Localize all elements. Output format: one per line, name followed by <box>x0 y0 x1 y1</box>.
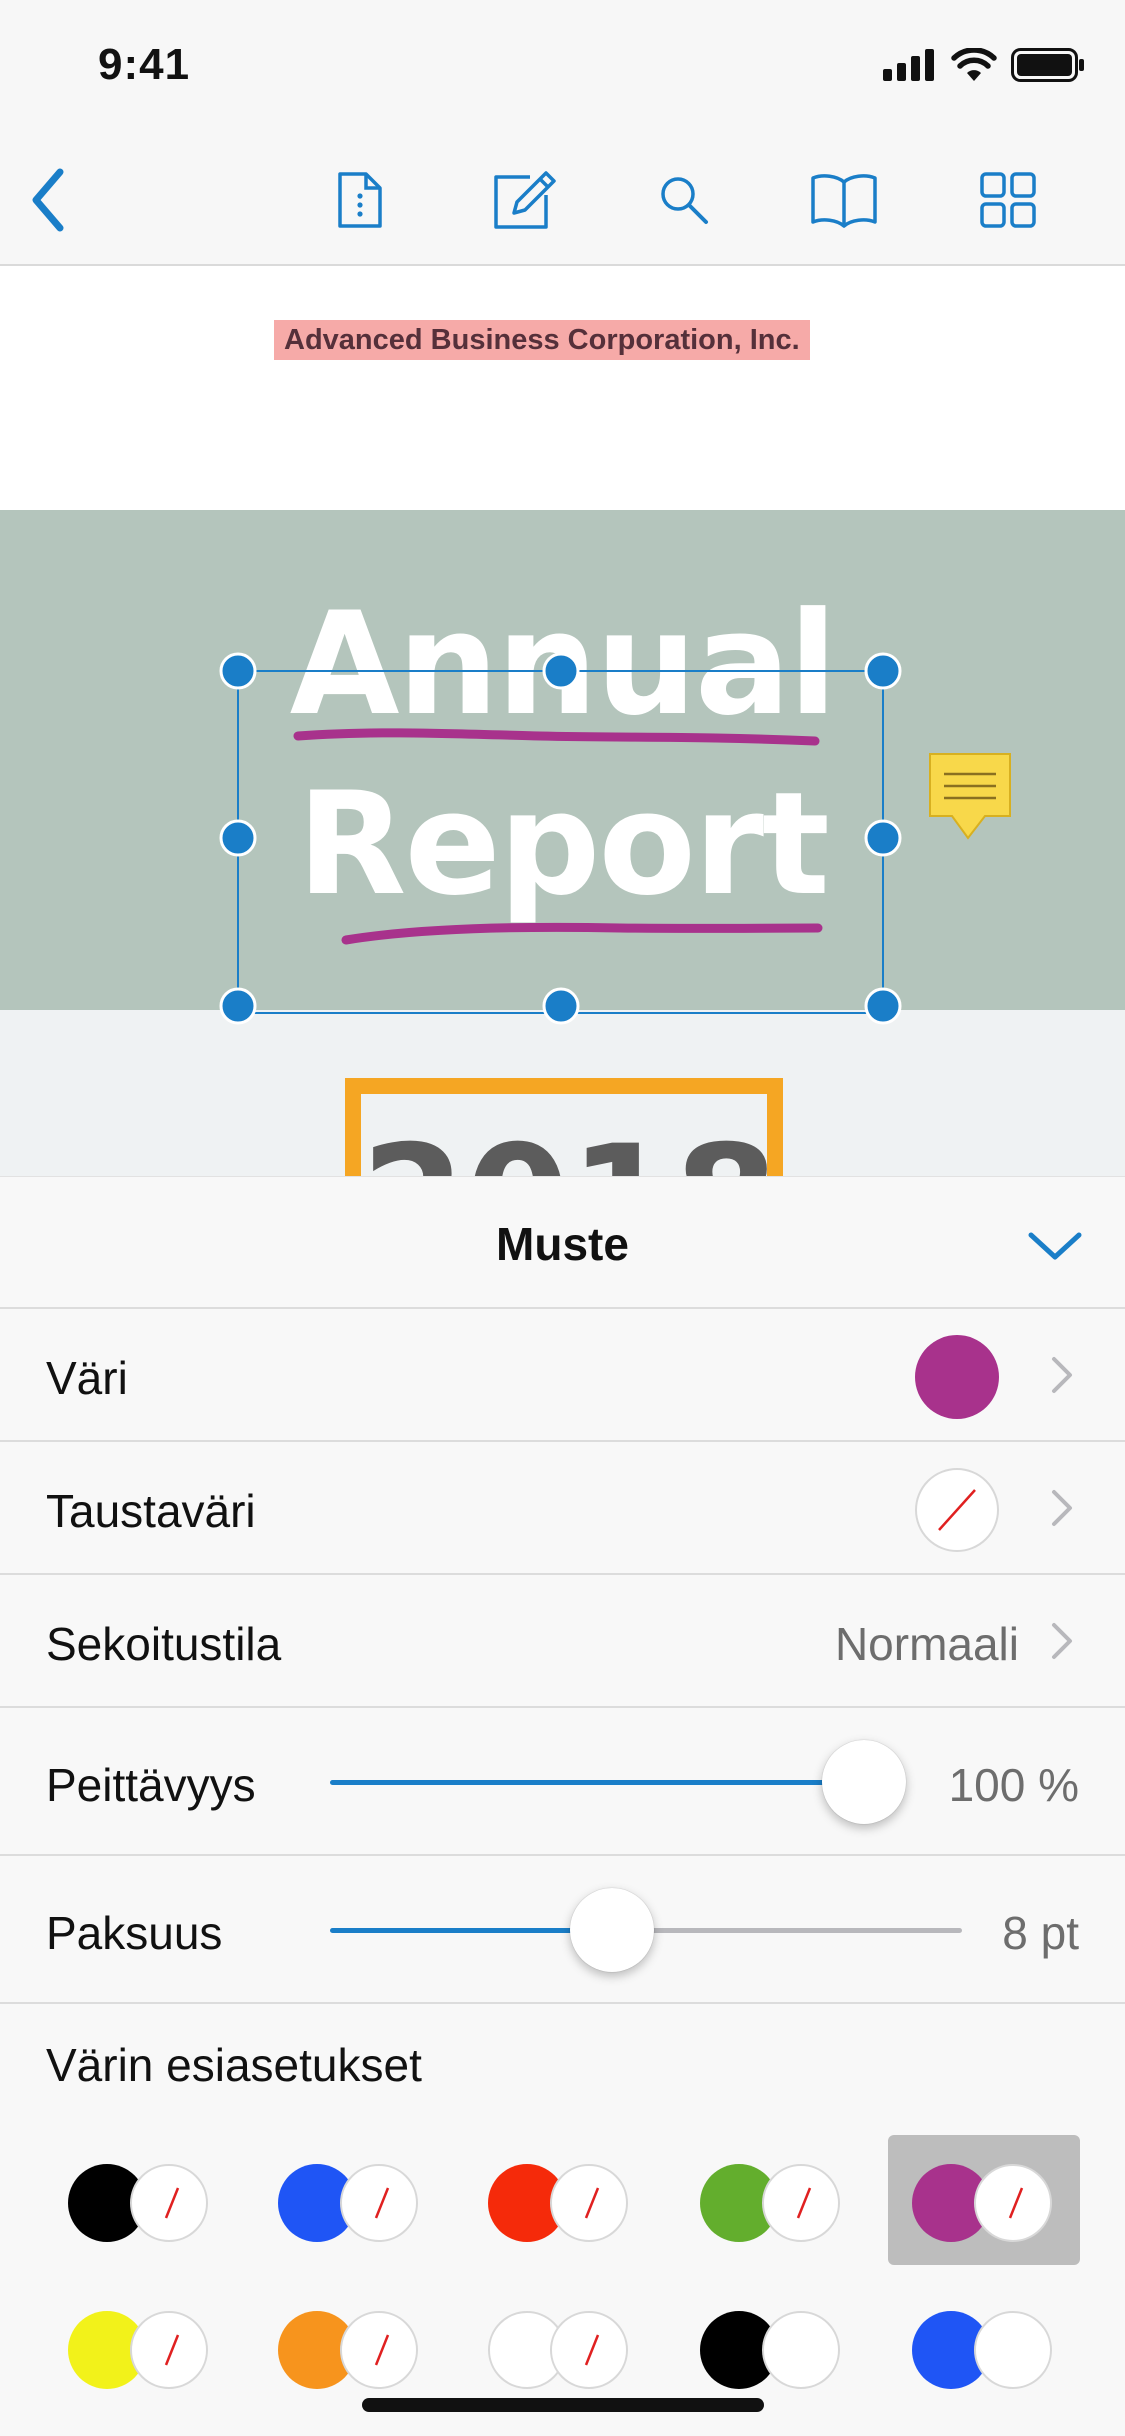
wifi-icon <box>951 48 997 81</box>
color-preset-red[interactable] <box>488 2158 628 2246</box>
color-preset-blue-on-white[interactable] <box>912 2305 1052 2393</box>
color-preset-blue[interactable] <box>278 2158 418 2246</box>
resize-handle-tl <box>219 652 257 690</box>
color-presets-label: Värin esiasetukset <box>46 2039 422 2091</box>
blend-mode-label: Sekoitustila <box>46 1618 282 1670</box>
resize-handle-tc <box>542 652 580 690</box>
no-color-swatch <box>915 1468 999 1552</box>
opacity-label: Peittävyys <box>46 1759 256 1811</box>
background-color-label: Taustaväri <box>46 1485 256 1537</box>
thumbnails-button[interactable] <box>968 160 1048 240</box>
ink-underline-annual <box>293 728 820 746</box>
thickness-value: 8 pt <box>1002 1907 1079 1959</box>
status-icons <box>883 48 1085 82</box>
ink-underline-report <box>341 922 823 945</box>
color-preset-black-on-white[interactable] <box>700 2305 840 2393</box>
cellular-signal-icon <box>883 49 934 81</box>
preset-no-color-swatch <box>340 2164 418 2242</box>
reader-book-icon <box>811 174 877 228</box>
status-bar: 9:41 <box>0 0 1125 132</box>
collapse-panel-button[interactable] <box>1025 1221 1085 1271</box>
back-button[interactable] <box>8 160 88 240</box>
color-label: Väri <box>46 1352 128 1404</box>
color-preset-white[interactable] <box>488 2305 628 2393</box>
home-indicator[interactable] <box>362 2398 764 2412</box>
note-icon <box>929 753 1011 840</box>
resize-handle-bc <box>542 987 580 1025</box>
background-color-row[interactable]: Taustaväri <box>0 1444 1125 1575</box>
preset-no-color-swatch <box>550 2164 628 2242</box>
color-preset-yellow[interactable] <box>68 2305 208 2393</box>
selection-box <box>237 670 884 1014</box>
chevron-right-icon <box>1052 1490 1072 1526</box>
resize-handle-br <box>864 987 902 1025</box>
opacity-slider-track[interactable] <box>330 1780 864 1785</box>
color-preset-black[interactable] <box>68 2158 208 2246</box>
color-row[interactable]: Väri <box>0 1311 1125 1442</box>
thickness-row: Paksuus 8 pt <box>0 1858 1125 2004</box>
preset-no-color-swatch <box>762 2164 840 2242</box>
resize-handle-tr <box>864 652 902 690</box>
search-icon <box>661 177 708 224</box>
annotate-pencil-icon <box>494 171 556 229</box>
color-preset-green[interactable] <box>700 2158 840 2246</box>
annotate-button[interactable] <box>484 160 564 240</box>
blend-mode-row[interactable]: Sekoitustila Normaali <box>0 1577 1125 1708</box>
color-preset-orange[interactable] <box>278 2305 418 2393</box>
preset-no-color-swatch <box>974 2164 1052 2242</box>
color-swatch <box>915 1335 999 1419</box>
annotation-overlay <box>219 652 1011 1025</box>
opacity-row: Peittävyys 100 % <box>0 1710 1125 1856</box>
panel-title: Muste <box>496 1218 629 1270</box>
chevron-right-icon <box>1052 1357 1072 1393</box>
preset-no-color-swatch <box>550 2311 628 2389</box>
thumbnails-grid-icon <box>980 172 1036 228</box>
preset-no-color-swatch <box>130 2164 208 2242</box>
document-info-button[interactable] <box>320 160 400 240</box>
back-chevron-icon <box>32 168 64 232</box>
color-preset-purple[interactable] <box>912 2158 1052 2246</box>
opacity-value: 100 % <box>948 1759 1079 1811</box>
preset-white-swatch <box>974 2311 1052 2389</box>
ink-inspector-panel: Muste Väri Taustaväri Sekoitustila Norma… <box>0 1176 1125 2436</box>
search-button[interactable] <box>644 160 724 240</box>
thickness-label: Paksuus <box>46 1907 223 1959</box>
thickness-slider-track[interactable] <box>612 1928 962 1933</box>
chevron-down-icon <box>1028 1232 1082 1260</box>
resize-handle-mr <box>864 819 902 857</box>
preset-no-color-swatch <box>340 2311 418 2389</box>
status-time: 9:41 <box>98 40 191 89</box>
resize-handle-ml <box>219 819 257 857</box>
reader-button[interactable] <box>804 160 884 240</box>
chevron-right-icon <box>1052 1623 1072 1659</box>
document-info-icon <box>338 172 382 228</box>
battery-icon <box>1011 48 1084 82</box>
opacity-slider-thumb[interactable] <box>822 1740 906 1824</box>
resize-handle-bl <box>219 987 257 1025</box>
blend-mode-value: Normaali <box>834 1618 1019 1670</box>
no-color-slash-icon <box>938 1489 976 1531</box>
thickness-slider-thumb[interactable] <box>570 1888 654 1972</box>
panel-header: Muste <box>0 1177 1125 1309</box>
document-page[interactable]: Advanced Business Corporation, Inc. Annu… <box>0 266 1125 1178</box>
preset-white-swatch <box>762 2311 840 2389</box>
preset-no-color-swatch <box>130 2311 208 2389</box>
toolbar <box>0 132 1125 266</box>
